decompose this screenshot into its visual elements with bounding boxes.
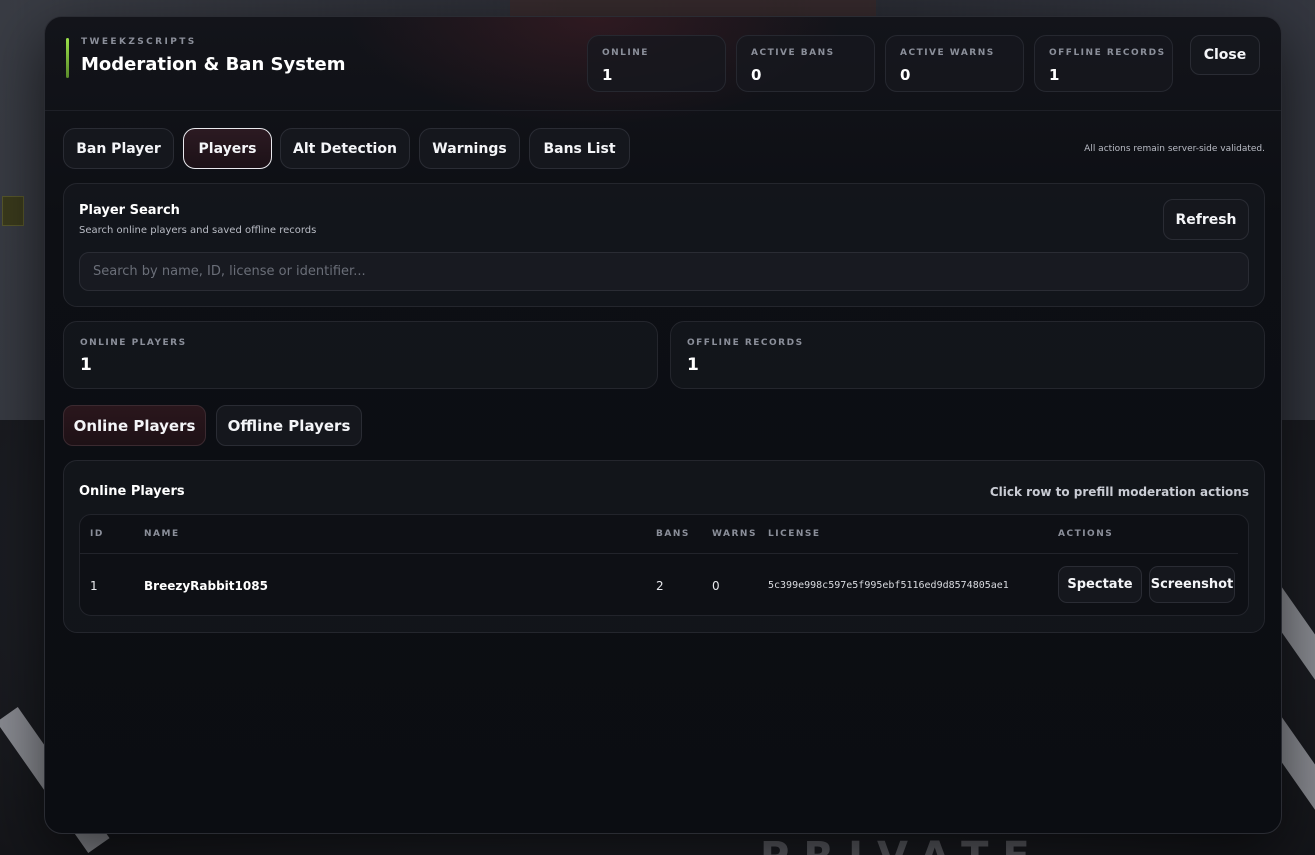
stat-offline-records: OFFLINE RECORDS 1: [1034, 35, 1173, 92]
player-search-subtitle: Search online players and saved offline …: [79, 225, 317, 236]
table-row[interactable]: 1 BreezyRabbit1085 2 0 5c399e998c597e5f9…: [80, 554, 1248, 616]
column-header-name: NAME: [144, 529, 180, 539]
online-players-title: Online Players: [79, 484, 185, 499]
screenshot-button[interactable]: Screenshot: [1149, 566, 1235, 603]
spectate-button[interactable]: Spectate: [1058, 566, 1142, 603]
table-hint: Click row to prefill moderation actions: [989, 485, 1249, 499]
offline-records-kpi: OFFLINE RECORDS 1: [670, 321, 1265, 389]
stat-label: ACTIVE BANS: [751, 48, 835, 58]
kpi-value: 1: [80, 355, 92, 375]
player-search-title: Player Search: [79, 203, 180, 218]
background-sign: [2, 196, 24, 226]
stat-active-bans: ACTIVE BANS 0: [736, 35, 875, 92]
panel-header: TWEEKZSCRIPTS Moderation & Ban System ON…: [45, 17, 1281, 111]
stat-value: 1: [1049, 66, 1060, 84]
cell-id: 1: [90, 579, 98, 593]
cell-bans: 2: [656, 579, 664, 593]
stat-label: ACTIVE WARNS: [900, 48, 995, 58]
kpi-label: ONLINE PLAYERS: [80, 338, 187, 348]
tab-warnings[interactable]: Warnings: [419, 128, 520, 169]
stat-active-warns: ACTIVE WARNS 0: [885, 35, 1024, 92]
cell-name: BreezyRabbit1085: [144, 579, 268, 593]
background-door: [510, 0, 876, 16]
stat-value: 1: [602, 66, 613, 84]
cell-license: 5c399e998c597e5f995ebf5116ed9d8574805ae1: [768, 580, 1009, 591]
page-title: Moderation & Ban System: [81, 54, 346, 75]
brand-accent-bar: [66, 38, 69, 78]
moderation-panel: TWEEKZSCRIPTS Moderation & Ban System ON…: [44, 16, 1282, 834]
tab-ban-player[interactable]: Ban Player: [63, 128, 174, 169]
column-header-bans: BANS: [656, 529, 690, 539]
tab-players[interactable]: Players: [183, 128, 272, 169]
stat-online: ONLINE 1: [587, 35, 726, 92]
online-players-kpi: ONLINE PLAYERS 1: [63, 321, 658, 389]
stat-label: ONLINE: [602, 48, 649, 58]
tab-offline-players[interactable]: Offline Players: [216, 405, 362, 446]
kpi-value: 1: [687, 355, 699, 375]
stat-label: OFFLINE RECORDS: [1049, 48, 1166, 58]
validation-note: All actions remain server-side validated…: [1084, 144, 1265, 154]
search-input[interactable]: [79, 252, 1249, 291]
column-header-license: LICENSE: [768, 529, 821, 539]
stat-value: 0: [751, 66, 762, 84]
players-table: ID NAME BANS WARNS LICENSE ACTIONS 1 Bre…: [79, 514, 1249, 616]
player-search-card: Player Search Search online players and …: [63, 183, 1265, 307]
column-header-id: ID: [90, 529, 104, 539]
column-header-warns: WARNS: [712, 529, 757, 539]
brand-subtitle: TWEEKZSCRIPTS: [81, 37, 197, 47]
tab-alt-detection[interactable]: Alt Detection: [280, 128, 410, 169]
cell-warns: 0: [712, 579, 720, 593]
online-players-card: Online Players Click row to prefill mode…: [63, 460, 1265, 633]
close-button[interactable]: Close: [1190, 35, 1260, 75]
tab-bans-list[interactable]: Bans List: [529, 128, 630, 169]
stat-value: 0: [900, 66, 911, 84]
background-ground-text: PRIVATE: [760, 834, 1044, 855]
tab-online-players[interactable]: Online Players: [63, 405, 206, 446]
kpi-label: OFFLINE RECORDS: [687, 338, 804, 348]
column-header-actions: ACTIONS: [1058, 529, 1114, 539]
refresh-button[interactable]: Refresh: [1163, 199, 1249, 240]
